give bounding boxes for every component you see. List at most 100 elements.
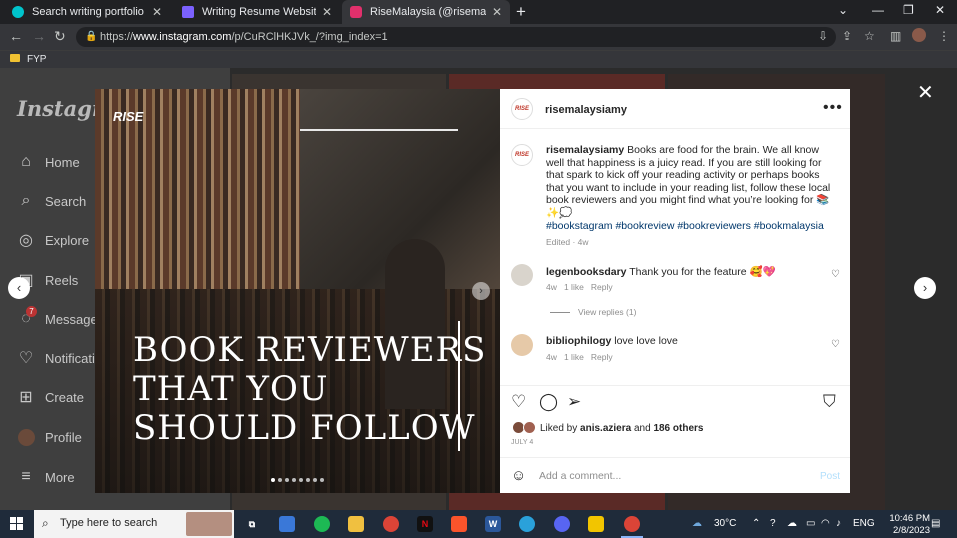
install-icon[interactable]: ⇩: [818, 29, 828, 43]
battery-icon[interactable]: ▭: [806, 518, 815, 529]
sidebar-item-home[interactable]: ⌂ Home: [17, 153, 80, 171]
comment-icon[interactable]: ◯: [539, 392, 558, 412]
chrome-icon[interactable]: [383, 516, 399, 532]
sidebar-item-create[interactable]: ⊞ Create: [17, 388, 84, 406]
word-icon[interactable]: W: [485, 516, 501, 532]
accent-bar: [458, 321, 460, 451]
file-explorer-icon[interactable]: [348, 516, 364, 532]
post-username[interactable]: risemalaysiamy: [545, 104, 627, 116]
tab-canva[interactable]: Search writing portfolio - Canva ✕: [4, 0, 170, 24]
brave-icon[interactable]: [451, 516, 467, 532]
bookmark-fyp[interactable]: FYP: [27, 54, 46, 65]
emoji-icon[interactable]: ☺: [511, 467, 526, 484]
help-icon[interactable]: ?: [770, 518, 776, 529]
close-window-icon[interactable]: ✕: [935, 3, 945, 17]
address-bar[interactable]: 🔒 https://www.instagram.com/p/CuRClHKJVk…: [76, 27, 836, 47]
comment-likes[interactable]: 1 like: [564, 282, 584, 292]
avatar[interactable]: [511, 264, 533, 286]
back-icon[interactable]: ←: [9, 28, 23, 44]
carousel-dots: [271, 478, 324, 482]
avatar[interactable]: RISE: [511, 98, 533, 120]
liked-by-others[interactable]: 186 others: [653, 423, 703, 434]
weather-temp[interactable]: 30°C: [714, 518, 736, 529]
rise-logo: RISE: [113, 109, 144, 124]
menu-kebab-icon[interactable]: ⋮: [938, 29, 950, 43]
sidebar-item-label: Home: [45, 154, 80, 170]
chrome-active-icon[interactable]: [621, 516, 643, 538]
liked-by-label: Liked by: [540, 423, 578, 434]
headline-line-2: THAT YOU: [133, 369, 329, 409]
reply-button[interactable]: Reply: [591, 352, 613, 362]
comment-username[interactable]: legenbooksdary: [546, 266, 627, 278]
reply-button[interactable]: Reply: [591, 282, 613, 292]
more-options-icon[interactable]: •••: [823, 99, 843, 117]
folder-icon: [10, 54, 20, 62]
like-comment-icon[interactable]: ♡: [831, 339, 840, 350]
sidebar-item-more[interactable]: ≡ More: [17, 468, 74, 486]
like-comment-icon[interactable]: ♡: [831, 269, 840, 280]
comment-username[interactable]: bibliophilogy: [546, 335, 611, 347]
wifi-icon[interactable]: ◠: [821, 518, 830, 529]
close-tab-icon[interactable]: ✕: [492, 5, 502, 19]
minimize-icon[interactable]: —: [872, 3, 884, 17]
sidebar-item-explore[interactable]: ◎ Explore: [17, 231, 89, 249]
previous-post-icon[interactable]: ‹: [8, 277, 30, 299]
volume-icon[interactable]: ♪: [836, 518, 841, 529]
side-panel-icon[interactable]: ▥: [890, 29, 901, 43]
netflix-icon[interactable]: N: [417, 516, 433, 532]
avatar[interactable]: [511, 334, 533, 356]
discord-icon[interactable]: [554, 516, 570, 532]
sidebar-item-profile[interactable]: Profile: [17, 428, 82, 446]
new-tab-icon[interactable]: +: [516, 2, 526, 22]
telegram-icon[interactable]: [519, 516, 535, 532]
comment-input[interactable]: [539, 470, 799, 482]
carousel-next-icon[interactable]: ›: [472, 282, 490, 300]
tray-overflow-icon[interactable]: ⌃: [752, 518, 760, 529]
next-post-icon[interactable]: ›: [914, 277, 936, 299]
hashtags[interactable]: #bookstagram #bookreview #bookreviewers …: [546, 220, 836, 232]
close-tab-icon[interactable]: ✕: [152, 5, 162, 19]
windows-start-icon[interactable]: [10, 517, 24, 531]
spotify-icon[interactable]: [314, 516, 330, 532]
share-icon[interactable]: ➢: [567, 392, 581, 412]
post-image[interactable]: RISE BOOK REVIEWERS THAT YOU SHOULD FOLL…: [95, 89, 500, 493]
liked-by-user[interactable]: anis.aziera: [580, 423, 631, 434]
post-comment-button[interactable]: Post: [820, 471, 840, 482]
tab-title: Search writing portfolio - Canva: [32, 6, 146, 18]
notifications-icon[interactable]: ▤: [931, 518, 940, 529]
profile-avatar[interactable]: [912, 28, 926, 42]
close-icon[interactable]: ✕: [917, 80, 934, 105]
explore-icon: ◎: [19, 232, 33, 249]
onedrive-icon[interactable]: ☁: [787, 518, 797, 529]
save-icon[interactable]: ⛉: [823, 392, 836, 412]
taskbar-search-input[interactable]: [60, 517, 180, 529]
divider-line: [300, 129, 458, 131]
close-tab-icon[interactable]: ✕: [322, 5, 332, 19]
avatar[interactable]: RISE: [511, 144, 533, 166]
caption-username[interactable]: risemalaysiamy: [546, 144, 624, 156]
sidebar-item-search[interactable]: ⌕ Search: [17, 192, 87, 210]
sticky-notes-icon[interactable]: [588, 516, 604, 532]
sidebar-item-label: Explore: [45, 232, 90, 248]
task-view-icon[interactable]: ⧉: [244, 516, 260, 532]
store-icon[interactable]: [279, 516, 295, 532]
post-actions: ♡ ◯ ➢ ⛉ Liked by anis.aziera and 186 oth…: [500, 385, 850, 465]
weather-icon[interactable]: ☁: [692, 518, 702, 529]
tab-paste[interactable]: Writing Resume Website in Paste ✕: [174, 0, 340, 24]
tab-search-icon[interactable]: ⌄: [838, 3, 848, 17]
clock[interactable]: 10:46 PM 2/8/2023: [875, 513, 930, 537]
maximize-icon[interactable]: ❐: [903, 3, 914, 17]
comment-likes[interactable]: 1 like: [564, 352, 584, 362]
share-icon[interactable]: ⇪: [842, 29, 852, 43]
bookmark-star-icon[interactable]: ☆: [864, 29, 875, 43]
unread-badge: 7: [26, 306, 37, 317]
heart-icon: ♡: [18, 350, 34, 367]
view-replies[interactable]: View replies (1): [550, 307, 636, 317]
forward-icon[interactable]: →: [32, 28, 46, 44]
language-indicator[interactable]: ENG: [853, 518, 875, 529]
reload-icon[interactable]: ↻: [54, 28, 66, 45]
taskbar-search[interactable]: ⌕: [34, 510, 234, 538]
like-icon[interactable]: ♡: [511, 392, 526, 412]
sidebar-item-messages[interactable]: ◌ 7 Messages: [17, 306, 104, 328]
tab-instagram[interactable]: RiseMalaysia (@risemalaysiamy) ✕: [342, 0, 510, 24]
